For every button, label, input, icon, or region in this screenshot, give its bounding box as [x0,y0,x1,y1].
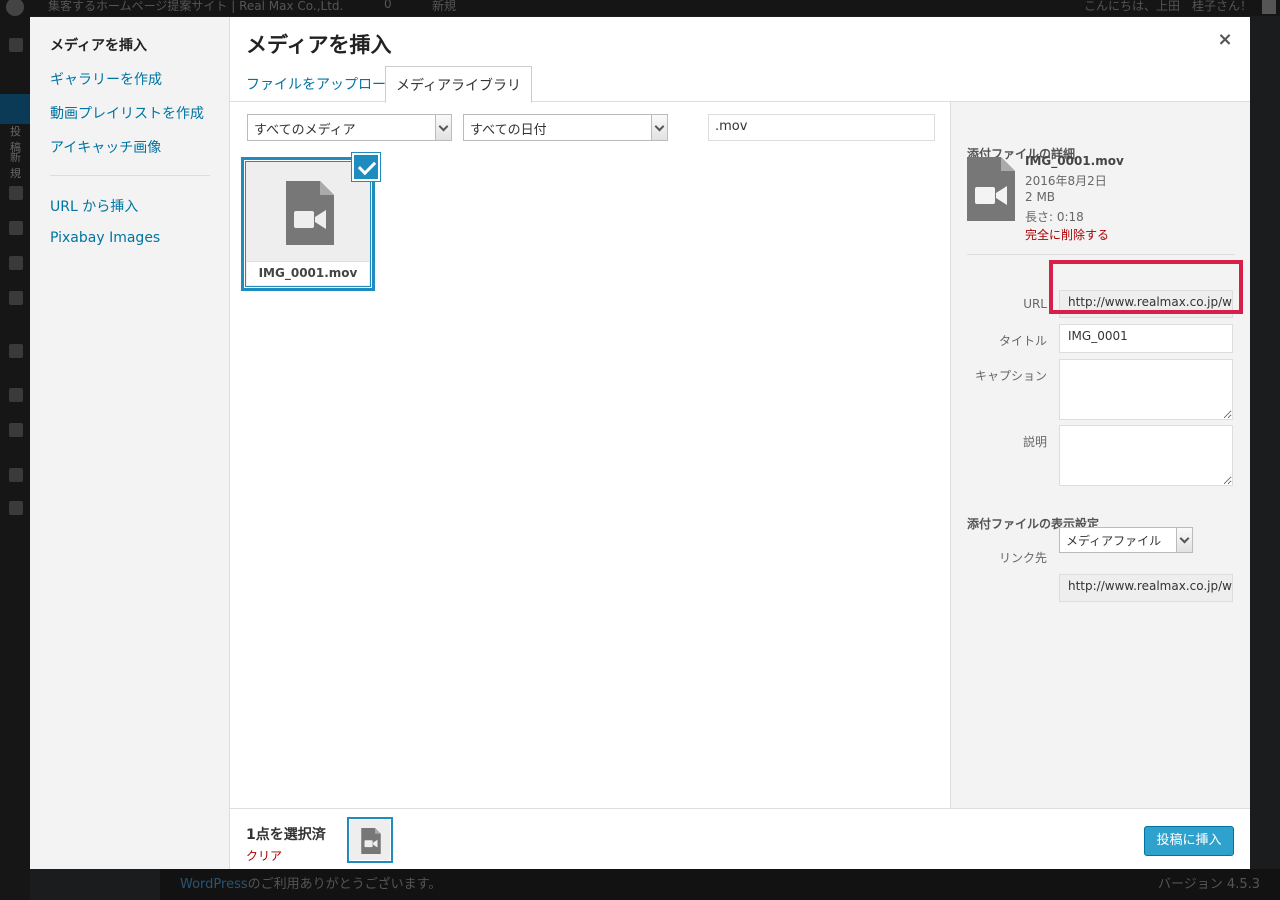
admin-side-menu: 投稿 新規 [0,16,30,900]
close-button[interactable]: × [1214,29,1236,51]
tools-icon [9,423,23,437]
details-filename: IMG_0001.mov [1025,154,1124,168]
menu-featured-image[interactable]: アイキャッチ画像 [50,137,161,157]
admin-bar: 集客するホームページ提案サイト | Real Max Co.,Ltd. 0 新規… [0,0,1280,16]
menu-insert-media[interactable]: メディアを挿入 [50,35,147,55]
admin-menu-active [0,94,30,124]
menu-pixabay-images[interactable]: Pixabay Images [50,230,160,246]
details-length: 長さ: 0:18 [1025,210,1084,224]
title-field[interactable]: IMG_0001 [1059,324,1233,353]
footer-wordpress-link: WordPress [180,877,248,892]
date-filter[interactable]: すべての日付 [463,114,668,141]
caption-field[interactable] [1059,359,1233,420]
search-input[interactable]: .mov [708,114,935,141]
dashboard-icon [9,38,23,52]
menu-separator [50,175,210,176]
admin-howdy: こんにちは、上田 桂子さん！ [1083,0,1252,13]
details-divider [967,254,1235,255]
media-modal: メディアを挿入 ギャラリーを作成 動画プレイリストを作成 アイキャッチ画像 UR… [30,17,1250,869]
selection-count: 1点を選択済 [246,827,326,843]
link-to-select[interactable]: メディアファイル [1059,527,1193,553]
tab-bar: ファイルをアップロード メディアライブラリ [230,66,1250,103]
modal-title: メディアを挿入 [246,33,392,57]
menu-create-playlist[interactable]: 動画プレイリストを作成 [50,103,204,123]
chevron-down-icon [651,115,667,140]
menu-create-gallery[interactable]: ギャラリーを作成 [50,69,162,89]
media-type-filter[interactable]: すべてのメディア [247,114,452,141]
media-type-filter-value: すべてのメディア [254,123,356,138]
video-file-icon [967,157,1015,221]
admin-menu-label: 新規 [10,151,21,180]
mail-icon [9,344,23,358]
description-field[interactable] [1059,425,1233,486]
link-to-value: メディアファイル [1066,534,1162,548]
footer-version: バージョン 4.5.3 [1158,877,1260,892]
selection-toolbar: 1点を選択済 クリア 投稿に挿入 [230,808,1250,869]
details-date: 2016年8月2日 [1025,174,1107,188]
avatar [1262,0,1276,14]
caption-label: キャプション [974,369,1047,383]
collapse-icon [9,501,23,515]
admin-footer: WordPressのご利用ありがとうございます。 バージョン 4.5.3 [160,869,1280,900]
media-icon [9,186,23,200]
description-label: 説明 [1022,435,1047,449]
chevron-down-icon [435,115,451,140]
admin-site-name: 集客するホームページ提案サイト | Real Max Co.,Ltd. [48,0,344,13]
pencil-icon [9,468,23,482]
check-icon[interactable] [352,153,380,181]
admin-comments-count: 0 [384,0,392,11]
attachment-details-sidebar: 添付ファイルの詳細 IMG_0001.mov 2016年8月2日 2 MB 長さ… [950,102,1250,808]
video-file-icon [361,828,381,854]
admin-new-label: 新規 [432,0,457,13]
attachment-filename: IMG_0001.mov [247,261,369,285]
details-size: 2 MB [1025,190,1056,204]
link-to-label: リンク先 [998,551,1047,565]
title-label: タイトル [998,334,1047,348]
link-url-field[interactable]: http://www.realmax.co.jp/w [1059,574,1233,602]
users-icon [9,388,23,402]
pages-icon [9,291,23,305]
download-icon [9,256,23,270]
url-highlight-box [1049,260,1243,314]
tab-upload-files[interactable]: ファイルをアップロード [236,66,410,102]
video-file-icon [286,181,334,245]
menu-insert-from-url[interactable]: URL から挿入 [50,196,138,216]
media-router-menu: メディアを挿入 ギャラリーを作成 動画プレイリストを作成 アイキャッチ画像 UR… [30,17,230,869]
wordpress-logo-icon [6,0,24,16]
insert-into-post-button[interactable]: 投稿に挿入 [1144,826,1234,856]
footer-thanks: のご利用ありがとうございます。 [247,877,442,892]
selected-attachment-thumb[interactable] [347,817,393,863]
chevron-down-icon [1176,528,1192,552]
delete-permanently-link[interactable]: 完全に削除する [1025,226,1109,243]
comments-icon [9,221,23,235]
tab-media-library[interactable]: メディアライブラリ [385,66,533,103]
date-filter-value: すべての日付 [470,123,547,138]
clear-selection-link[interactable]: クリア [246,847,282,864]
url-label: URL [1023,297,1047,311]
